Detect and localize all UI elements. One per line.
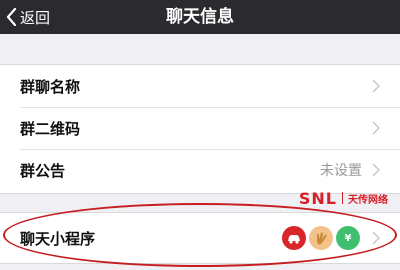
group-name-row[interactable]: 群聊名称 xyxy=(0,65,400,107)
watermark-divider xyxy=(342,192,343,204)
page-title: 聊天信息 xyxy=(166,7,234,27)
announcement-status: 未设置 xyxy=(320,163,362,179)
group-qrcode-label: 群二维码 xyxy=(20,119,81,138)
settings-group: 群聊名称 群二维码 群公告 未设置 xyxy=(0,64,400,194)
group-name-label: 群聊名称 xyxy=(20,77,81,96)
chevron-right-icon xyxy=(372,79,380,93)
group-announcement-label: 群公告 xyxy=(20,161,66,180)
chevron-right-icon xyxy=(372,163,380,177)
red-car-app-icon[interactable] xyxy=(282,226,306,250)
top-navigation-bar: 返回 聊天信息 xyxy=(0,0,400,34)
chat-mini-program-label: 聊天小程序 xyxy=(20,229,96,248)
watermark-logo: SNL 天传网络 xyxy=(299,187,388,209)
chat-mini-program-row[interactable]: 聊天小程序 ¥ xyxy=(0,213,400,263)
back-label: 返回 xyxy=(20,8,51,27)
mini-program-icons: ¥ xyxy=(279,226,360,250)
group-announcement-row[interactable]: 群公告 未设置 xyxy=(0,149,400,191)
watermark-brand: SNL xyxy=(298,188,337,208)
watermark-text: 天传网络 xyxy=(348,194,388,206)
green-coin-app-icon[interactable]: ¥ xyxy=(336,226,360,250)
back-button[interactable]: 返回 xyxy=(6,0,50,34)
chevron-left-icon xyxy=(6,8,17,26)
chevron-right-icon xyxy=(372,231,380,245)
clapping-hands-app-icon[interactable] xyxy=(309,226,333,250)
chevron-right-icon xyxy=(372,121,380,135)
group-qrcode-row[interactable]: 群二维码 xyxy=(0,107,400,149)
mini-program-group: 聊天小程序 ¥ xyxy=(0,212,400,264)
